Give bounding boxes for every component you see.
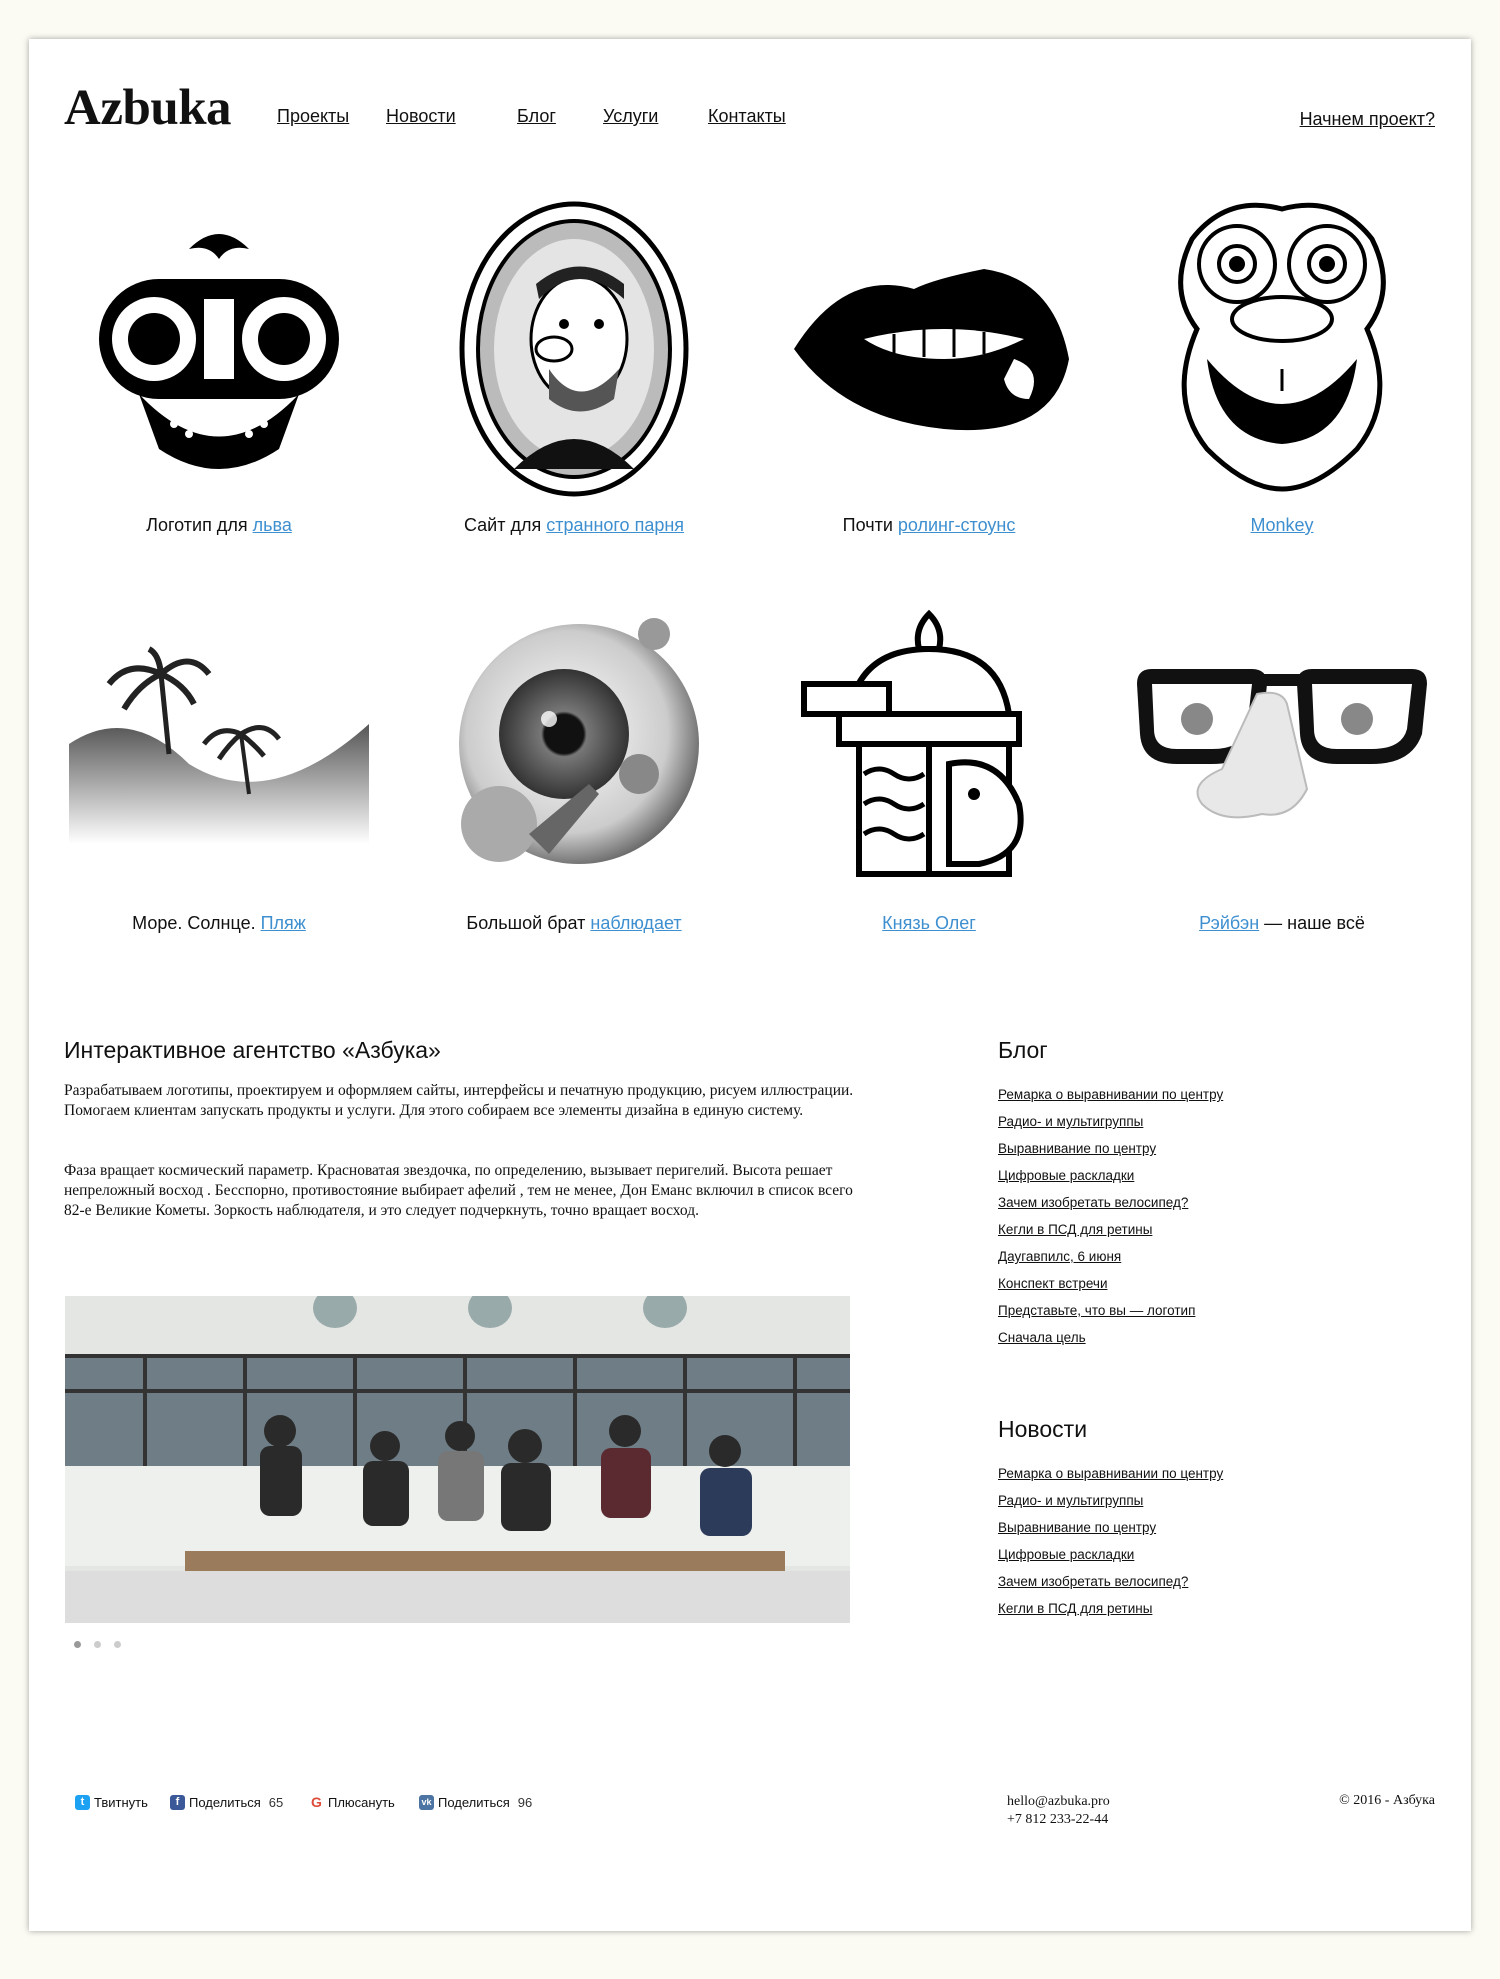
- project-link-strange-guy[interactable]: странного парня: [546, 515, 684, 535]
- vk-icon: vk: [419, 1794, 434, 1810]
- vk-share-button[interactable]: vk Поделиться 96: [419, 1792, 532, 1812]
- project-link-rolling-stones[interactable]: ролинг-стоунс: [898, 515, 1015, 535]
- blog-item[interactable]: Радио- и мультигруппы: [998, 1112, 1223, 1139]
- project-caption: Большой брат наблюдает: [466, 913, 682, 933]
- facebook-icon: f: [170, 1794, 185, 1810]
- news-item[interactable]: Зачем изобретать велосипед?: [998, 1572, 1223, 1599]
- page-sheet: Azbuka Проекты Новости Блог Услуги Конта…: [29, 39, 1471, 1931]
- about-title: Интерактивное агентство «Азбука»: [64, 1037, 441, 1063]
- lion-face-icon[interactable]: [59, 199, 379, 499]
- blog-list: Ремарка о выравнивании по центру Радио- …: [998, 1085, 1223, 1355]
- blog-title: Блог: [998, 1037, 1048, 1063]
- blog-item[interactable]: Представьте, что вы — логотип: [998, 1301, 1223, 1328]
- monkey-face-icon[interactable]: [1122, 199, 1442, 499]
- project-link-beach[interactable]: Пляж: [261, 913, 306, 933]
- blog-item[interactable]: Ремарка о выравнивании по центру: [998, 1085, 1223, 1112]
- carousel-dot[interactable]: [94, 1641, 101, 1648]
- google-plus-icon: G: [309, 1794, 324, 1810]
- blog-item[interactable]: Даугавпилс, 6 июня: [998, 1247, 1223, 1274]
- blog-item[interactable]: Сначала цель: [998, 1328, 1223, 1355]
- about-paragraph: Фаза вращает космический параметр. Красн…: [64, 1162, 853, 1219]
- palm-beach-icon[interactable]: [59, 594, 379, 894]
- blog-item[interactable]: Кегли в ПСД для ретины: [998, 1220, 1223, 1247]
- footer-copyright: © 2016 - Азбука: [1339, 1793, 1435, 1808]
- carousel-dot[interactable]: [114, 1641, 121, 1648]
- project-link-lion[interactable]: льва: [253, 515, 292, 535]
- glasses-nose-icon[interactable]: [1122, 594, 1442, 894]
- footer-email[interactable]: hello@azbuka.pro: [1007, 1793, 1110, 1811]
- start-project-link[interactable]: Начнем проект?: [1300, 109, 1435, 130]
- project-caption: Рэйбэн — наше всё: [1199, 913, 1365, 933]
- carousel-dot[interactable]: [74, 1641, 81, 1648]
- nav-blog[interactable]: Блог: [517, 106, 556, 127]
- nav-services[interactable]: Услуги: [603, 106, 658, 127]
- footer-phone[interactable]: +7 812 233-22-44: [1007, 1811, 1110, 1829]
- project-caption: Monkey: [1102, 515, 1462, 536]
- footer-contacts: hello@azbuka.pro +7 812 233-22-44: [1007, 1793, 1110, 1829]
- blog-item[interactable]: Конспект встречи: [998, 1274, 1223, 1301]
- project-link-big-brother[interactable]: наблюдает: [590, 913, 681, 933]
- blog-item[interactable]: Выравнивание по центру: [998, 1139, 1223, 1166]
- about-paragraph: Разрабатываем логотипы, проектируем и оф…: [64, 1082, 854, 1119]
- project-caption: Море. Солнце. Пляж: [132, 913, 306, 933]
- team-photo[interactable]: [65, 1296, 850, 1623]
- news-item[interactable]: Ремарка о выравнивании по центру: [998, 1464, 1223, 1491]
- nav-projects[interactable]: Проекты: [277, 106, 349, 127]
- eyeball-icon[interactable]: [414, 594, 734, 894]
- project-link-rayban[interactable]: Рэйбэн: [1199, 913, 1259, 933]
- bearded-man-portrait-icon[interactable]: [414, 199, 734, 499]
- blog-item[interactable]: Зачем изобретать велосипед?: [998, 1193, 1223, 1220]
- project-caption: Князь Олег: [749, 913, 1109, 934]
- project-caption: Почти ролинг-стоунс: [842, 515, 1016, 535]
- project-link-prince-oleg[interactable]: Князь Олег: [882, 913, 976, 933]
- nav-contacts[interactable]: Контакты: [708, 106, 786, 127]
- project-link-monkey[interactable]: Monkey: [1250, 515, 1313, 535]
- news-list: Ремарка о выравнивании по центру Радио- …: [998, 1464, 1223, 1626]
- news-item[interactable]: Выравнивание по центру: [998, 1518, 1223, 1545]
- twitter-icon: t: [75, 1794, 90, 1810]
- blog-item[interactable]: Цифровые раскладки: [998, 1166, 1223, 1193]
- carousel-dots[interactable]: [74, 1635, 134, 1653]
- news-item[interactable]: Радио- и мультигруппы: [998, 1491, 1223, 1518]
- nav-news[interactable]: Новости: [386, 106, 456, 127]
- facebook-share-button[interactable]: f Поделиться 65: [170, 1792, 283, 1812]
- knight-helmet-icon[interactable]: [769, 594, 1089, 894]
- biting-lips-icon[interactable]: [769, 199, 1089, 499]
- google-plus-share-button[interactable]: G Плюсануть: [309, 1792, 395, 1812]
- project-caption: Логотип для льва: [146, 515, 292, 535]
- news-item[interactable]: Кегли в ПСД для ретины: [998, 1599, 1223, 1626]
- news-item[interactable]: Цифровые раскладки: [998, 1545, 1223, 1572]
- news-title: Новости: [998, 1416, 1088, 1442]
- project-caption: Сайт для странного парня: [463, 515, 685, 535]
- site-logo[interactable]: Azbuka: [64, 79, 232, 137]
- twitter-share-button[interactable]: t Твитнуть: [75, 1792, 148, 1812]
